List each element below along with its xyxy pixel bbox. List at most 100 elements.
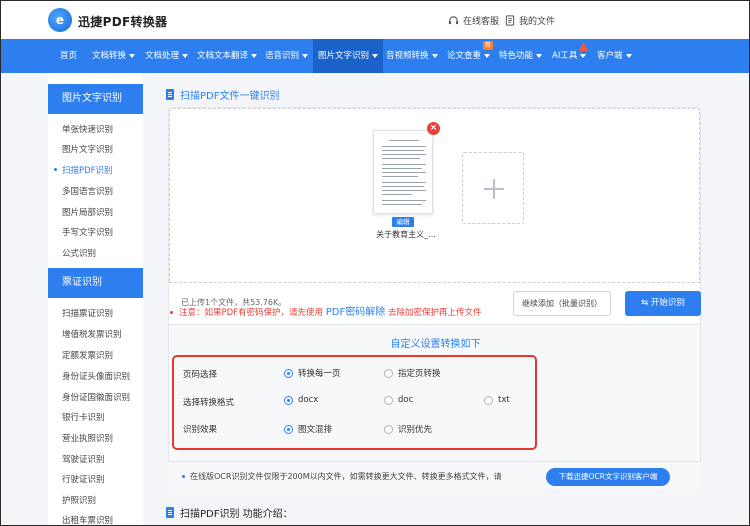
radio-label: docx xyxy=(298,395,319,405)
bullet-icon xyxy=(170,311,173,314)
sidebar-item[interactable]: 图片文字识别 xyxy=(62,143,113,155)
radio-recognition-first[interactable]: 识别优先 xyxy=(384,423,432,435)
nav-label: 图片文字识别 xyxy=(318,51,370,61)
nav-item-features[interactable]: 特色功能 xyxy=(499,39,543,73)
sidebar-item[interactable]: 手写文字识别 xyxy=(62,226,113,238)
intro-title: 扫描PDF识别 功能介绍： xyxy=(166,505,293,520)
continue-add-button[interactable]: 继续添加（批量识别） xyxy=(513,291,611,316)
password-notice: 注意：如果PDF有密码保护，请先使用 PDF密码解除 去除加密保护再上传文件 xyxy=(170,303,481,318)
nav-item-doc-convert[interactable]: 文档转换 xyxy=(92,39,136,73)
chevron-down-icon xyxy=(625,53,632,58)
radio-format-docx[interactable]: docx xyxy=(284,395,318,405)
radio-icon xyxy=(384,424,393,434)
file-name: 关于教育主义_... xyxy=(376,230,436,239)
nav-item-home[interactable]: 首页 xyxy=(60,39,77,73)
download-client-button[interactable]: 下载迅捷OCR文字识别客户端 xyxy=(546,468,670,486)
sidebar-item[interactable]: 定额发票识别 xyxy=(62,349,113,361)
nav-label: 首页 xyxy=(60,51,78,61)
radio-icon xyxy=(284,395,293,405)
sidebar-item[interactable]: 图片局部识别 xyxy=(62,206,113,218)
format-label: 选择转换格式 xyxy=(183,398,235,408)
nav-label: 特色功能 xyxy=(499,51,534,61)
radio-icon xyxy=(384,368,393,378)
top-header: e 迅捷PDF转换器 在线客服 我的文件 xyxy=(0,0,750,39)
nav-label: 文档转换 xyxy=(92,51,127,61)
sidebar: 图片文字识别 单张快速识别 图片文字识别 扫描PDF识别 多国语言识别 图片局部… xyxy=(48,73,143,526)
add-file-button[interactable] xyxy=(462,152,524,224)
sidebar-item[interactable]: 银行卡识别 xyxy=(62,411,105,423)
chevron-down-icon xyxy=(536,53,543,58)
sidebar-item[interactable]: 营业执照识别 xyxy=(62,432,113,444)
sidebar-item[interactable]: 身份证国徽面识别 xyxy=(62,391,130,403)
edit-file-button[interactable]: 编辑 xyxy=(392,217,414,227)
document-icon xyxy=(166,507,174,518)
start-recognition-button[interactable]: ⇆ 开始识别 xyxy=(625,291,701,316)
radio-format-txt[interactable]: txt xyxy=(484,395,510,405)
file-thumbnail[interactable] xyxy=(373,130,433,214)
nav-label: 文档文本翻译 xyxy=(197,51,249,61)
my-files-link[interactable]: 我的文件 xyxy=(505,14,555,27)
radio-label: 转换每一页 xyxy=(298,369,341,379)
document-icon xyxy=(166,89,174,100)
radio-label: 识别优先 xyxy=(398,425,433,435)
chevron-down-icon xyxy=(302,53,309,58)
notice-suffix: 去除加密保护再上传文件 xyxy=(387,308,482,318)
nav-label: AI工具 xyxy=(552,51,578,61)
sidebar-item[interactable]: 增值税发票识别 xyxy=(62,328,122,340)
notice-prefix: 注意：如果PDF有密码保护，请先使用 xyxy=(179,308,324,318)
sidebar-item[interactable]: 护照识别 xyxy=(62,494,96,506)
page-selection-label: 页码选择 xyxy=(183,370,218,380)
radio-label: 图文混排 xyxy=(298,425,333,435)
nav-item-translate[interactable]: 文档文本翻译 xyxy=(197,39,258,73)
new-badge: 新 xyxy=(483,41,494,50)
chevron-down-icon xyxy=(431,53,438,58)
active-dot-icon xyxy=(54,168,57,171)
pdf-password-remove-link[interactable]: PDF密码解除 xyxy=(326,307,385,318)
main-content: 扫描PDF文件一键识别 × 编辑 关于教育主义_... 已上传1个文件，共53.… xyxy=(156,73,712,526)
radio-label: txt xyxy=(498,395,510,405)
chevron-down-icon xyxy=(251,53,258,58)
intro-title-text: 扫描PDF识别 功能介绍： xyxy=(180,509,293,520)
sidebar-item[interactable]: 身份证头像面识别 xyxy=(62,370,130,382)
nav-item-plagiarism[interactable]: 论文查重新 xyxy=(447,39,494,73)
brand-logo-icon[interactable]: e xyxy=(48,8,72,32)
upload-dropzone[interactable]: × 编辑 关于教育主义_... xyxy=(169,108,700,283)
chevron-down-icon xyxy=(580,53,587,58)
my-files-label: 我的文件 xyxy=(519,17,556,27)
sidebar-item-active[interactable]: 扫描PDF识别 xyxy=(54,164,113,176)
sidebar-group-title[interactable]: 票证识别 xyxy=(48,268,143,298)
radio-icon xyxy=(284,368,293,378)
file-icon xyxy=(505,15,515,26)
nav-item-client[interactable]: 客户端 xyxy=(597,39,632,73)
sidebar-item[interactable]: 多国语言识别 xyxy=(62,185,113,197)
chevron-down-icon xyxy=(484,53,491,58)
radio-convert-all-pages[interactable]: 转换每一页 xyxy=(284,367,341,379)
sidebar-item[interactable]: 行驶证识别 xyxy=(62,473,105,485)
remove-file-button[interactable]: × xyxy=(427,122,440,135)
sidebar-item[interactable]: 扫描票证识别 xyxy=(62,307,113,319)
radio-label: 指定页转换 xyxy=(398,369,441,379)
nav-item-ai-tools[interactable]: AI工具 xyxy=(552,39,588,73)
sidebar-item[interactable]: 驾驶证识别 xyxy=(62,453,105,465)
sidebar-group-title[interactable]: 图片文字识别 xyxy=(48,84,143,114)
radio-icon xyxy=(484,395,493,405)
brand-name[interactable]: 迅捷PDF转换器 xyxy=(78,13,167,30)
radio-specific-pages[interactable]: 指定页转换 xyxy=(384,367,441,379)
chevron-down-icon xyxy=(372,53,379,58)
nav-item-speech[interactable]: 语音识别 xyxy=(265,39,309,73)
customer-service-link[interactable]: 在线客服 xyxy=(448,14,499,27)
main-nav: 首页 文档转换 文档处理 文档文本翻译 语音识别 图片文字识别 音视频转换 论文… xyxy=(0,39,750,73)
sidebar-item[interactable]: 公式识别 xyxy=(62,247,96,259)
nav-label: 文档处理 xyxy=(145,51,180,61)
chevron-down-icon xyxy=(182,53,189,58)
nav-item-ocr[interactable]: 图片文字识别 xyxy=(313,39,384,73)
nav-label: 客户端 xyxy=(597,51,623,61)
nav-item-doc-process[interactable]: 文档处理 xyxy=(145,39,189,73)
nav-item-av-convert[interactable]: 音视频转换 xyxy=(386,39,438,73)
sidebar-item[interactable]: 出租车票识别 xyxy=(62,514,113,526)
radio-mixed-layout[interactable]: 图文混排 xyxy=(284,423,332,435)
nav-label: 音视频转换 xyxy=(386,51,429,61)
radio-format-doc[interactable]: doc xyxy=(384,395,413,405)
sidebar-item[interactable]: 单张快速识别 xyxy=(62,123,113,135)
file-limit-info: 在线版OCR识别文件仅限于200M以内文件，如需转换更大文件、转换更多格式文件，… xyxy=(168,463,701,490)
